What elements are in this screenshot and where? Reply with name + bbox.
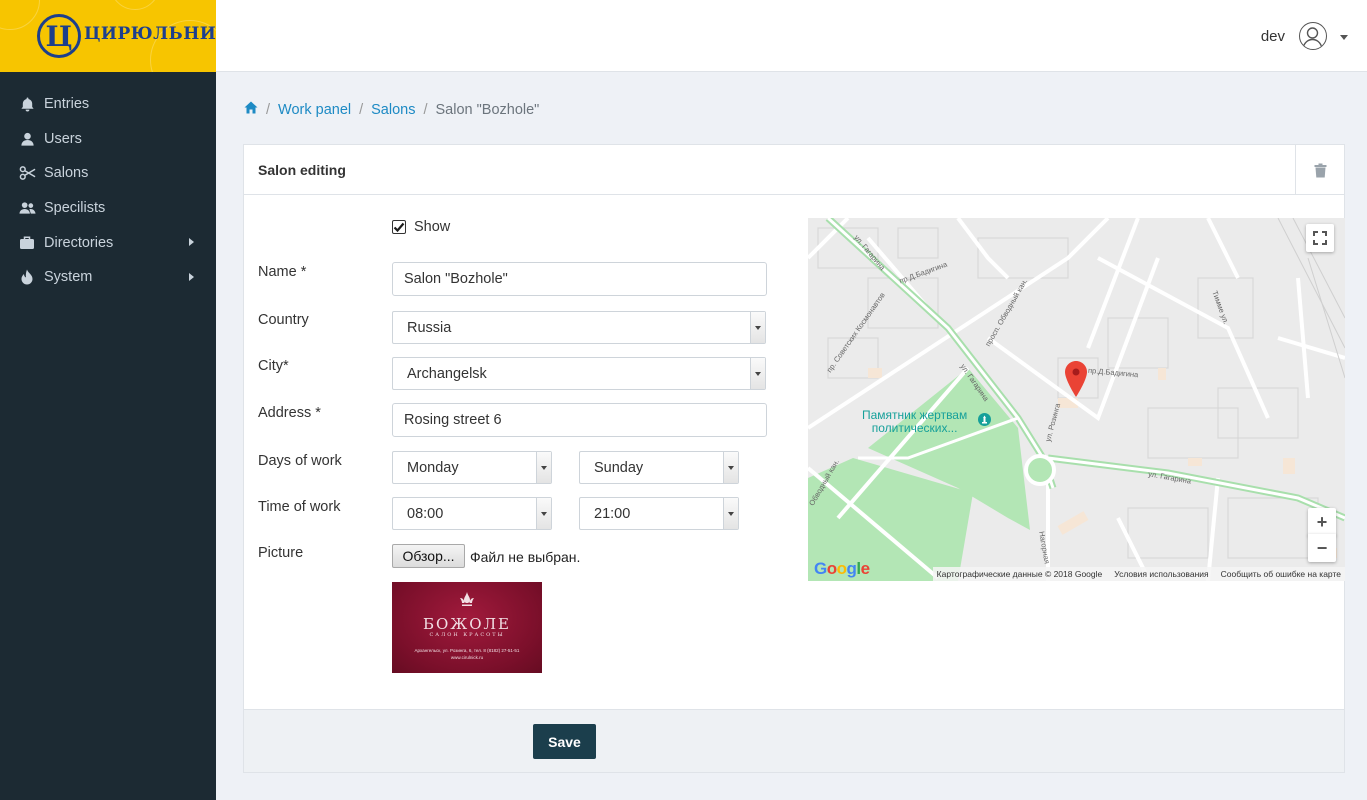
breadcrumb-salons[interactable]: Salons xyxy=(371,102,415,118)
logo-emblem: Ц xyxy=(37,14,81,58)
show-checkbox[interactable] xyxy=(392,220,406,234)
sidebar-item-label: Users xyxy=(44,130,82,147)
map-terms-link[interactable]: Условия использования xyxy=(1114,569,1208,579)
country-select[interactable]: Russia xyxy=(392,311,766,344)
time-to-value: 21:00 xyxy=(594,506,631,522)
days-from-value: Monday xyxy=(407,460,459,476)
sidebar-nav: Entries Users Salons Specilists Director… xyxy=(0,72,216,295)
chevron-right-icon xyxy=(189,238,194,247)
sidebar-item-directories[interactable]: Directories xyxy=(0,225,216,260)
card-title: Salon editing xyxy=(258,162,346,178)
time-label: Time of work xyxy=(258,499,341,515)
thumb-title: БОЖОЛЕ xyxy=(423,615,511,633)
fullscreen-button[interactable] xyxy=(1306,224,1334,252)
zoom-in-button[interactable]: + xyxy=(1308,508,1336,536)
thumb-address: Архангельск, ул. Розинга, 6, тел. 8 (818… xyxy=(414,648,520,653)
delete-button[interactable] xyxy=(1295,145,1344,195)
bell-icon xyxy=(18,95,36,113)
show-label[interactable]: Show xyxy=(414,219,450,235)
thumb-site: www.cirulnick.ru xyxy=(450,655,484,660)
days-label: Days of work xyxy=(258,453,342,469)
map-poi-label[interactable]: Памятник жертвам политических... xyxy=(862,408,991,435)
address-label: Address * xyxy=(258,405,321,421)
breadcrumb-separator: / xyxy=(266,101,271,118)
country-value: Russia xyxy=(407,320,452,336)
thumb-subtitle: САЛОН КРАСОТЫ xyxy=(429,632,505,638)
city-label: City* xyxy=(258,358,289,374)
lily-emblem-icon xyxy=(460,592,474,606)
card-header: Salon editing xyxy=(244,145,1344,195)
address-input[interactable]: Rosing street 6 xyxy=(392,403,767,437)
brand-logo[interactable]: Ц ЦИРЮЛЬНИКЪ xyxy=(0,0,216,72)
salon-map[interactable]: ул. Гагарина ул. Гагарина ул. Гагарина п… xyxy=(808,218,1345,581)
sidebar-item-label: System xyxy=(44,269,93,286)
days-to-value: Sunday xyxy=(594,460,644,476)
days-to-select[interactable]: Sunday xyxy=(579,451,739,484)
sidebar: Ц ЦИРЮЛЬНИКЪ Entries Users Salons Speci xyxy=(0,0,216,800)
briefcase-icon xyxy=(18,234,36,252)
zoom-out-button[interactable]: − xyxy=(1308,534,1336,562)
sidebar-item-entries[interactable]: Entries xyxy=(0,87,216,122)
map-report-link[interactable]: Сообщить об ошибке на карте xyxy=(1221,569,1341,579)
chevron-down-icon[interactable] xyxy=(536,498,551,529)
logo-decoration xyxy=(0,0,40,30)
monument-icon xyxy=(978,413,991,426)
map-footer: Картографические данные © 2018 Google Ус… xyxy=(932,567,1345,581)
map-marker-icon[interactable] xyxy=(1065,361,1087,397)
chevron-down-icon[interactable] xyxy=(723,498,738,529)
top-header: dev xyxy=(216,0,1367,72)
sidebar-item-label: Entries xyxy=(44,96,90,113)
days-from-select[interactable]: Monday xyxy=(392,451,552,484)
trash-icon xyxy=(1314,163,1326,177)
city-select[interactable]: Archangelsk xyxy=(392,357,766,390)
breadcrumb-home-icon[interactable] xyxy=(244,101,258,118)
file-status: Файл не выбран. xyxy=(470,549,581,565)
google-logo: Google xyxy=(814,559,870,578)
sidebar-item-label: Specilists xyxy=(44,200,106,217)
sidebar-item-label: Directories xyxy=(44,234,114,251)
scissors-icon xyxy=(18,164,36,182)
picture-label: Picture xyxy=(258,545,304,561)
logo-text: ЦИРЮЛЬНИКЪ xyxy=(84,24,216,44)
logo-decoration xyxy=(110,0,160,10)
user-icon xyxy=(18,130,36,148)
sidebar-item-specilists[interactable]: Specilists xyxy=(0,191,216,226)
card-footer: Save xyxy=(244,709,1344,772)
chevron-down-icon[interactable] xyxy=(750,312,765,343)
breadcrumb-current: Salon "Bozhole" xyxy=(435,101,540,118)
file-browse-button[interactable]: Обзор... xyxy=(392,544,465,568)
time-from-select[interactable]: 08:00 xyxy=(392,497,552,530)
user-menu-caret-icon[interactable] xyxy=(1340,35,1348,40)
chevron-down-icon[interactable] xyxy=(536,452,551,483)
poi-text: Памятник жертвам политических... xyxy=(862,408,968,435)
sidebar-item-system[interactable]: System xyxy=(0,260,216,295)
chevron-right-icon xyxy=(189,272,194,281)
map-data-credit: Картографические данные © 2018 Google xyxy=(936,569,1103,579)
map-tiles xyxy=(808,218,1345,581)
user-name[interactable]: dev xyxy=(1261,28,1285,45)
salon-picture-thumbnail: БОЖОЛЕ САЛОН КРАСОТЫ Архангельск, ул. Ро… xyxy=(392,582,542,673)
name-label: Name * xyxy=(258,264,307,280)
breadcrumb-separator: / xyxy=(423,101,428,118)
sidebar-item-users[interactable]: Users xyxy=(0,122,216,157)
save-button[interactable]: Save xyxy=(533,724,596,759)
name-input[interactable]: Salon "Bozhole" xyxy=(392,262,767,296)
fire-icon xyxy=(18,268,36,286)
city-value: Archangelsk xyxy=(407,366,487,382)
sidebar-item-salons[interactable]: Salons xyxy=(0,156,216,191)
time-from-value: 08:00 xyxy=(407,506,444,522)
sidebar-item-label: Salons xyxy=(44,165,89,182)
breadcrumb-separator: / xyxy=(359,101,364,118)
chevron-down-icon[interactable] xyxy=(750,358,765,389)
users-icon xyxy=(18,199,36,217)
time-to-select[interactable]: 21:00 xyxy=(579,497,739,530)
country-label: Country xyxy=(258,312,309,328)
fullscreen-icon xyxy=(1313,231,1327,245)
chevron-down-icon[interactable] xyxy=(723,452,738,483)
breadcrumb: / Work panel / Salons / Salon "Bozhole" xyxy=(244,101,539,118)
checkmark-icon xyxy=(393,222,405,233)
user-avatar-icon[interactable] xyxy=(1299,22,1327,50)
breadcrumb-work-panel[interactable]: Work panel xyxy=(278,102,351,118)
